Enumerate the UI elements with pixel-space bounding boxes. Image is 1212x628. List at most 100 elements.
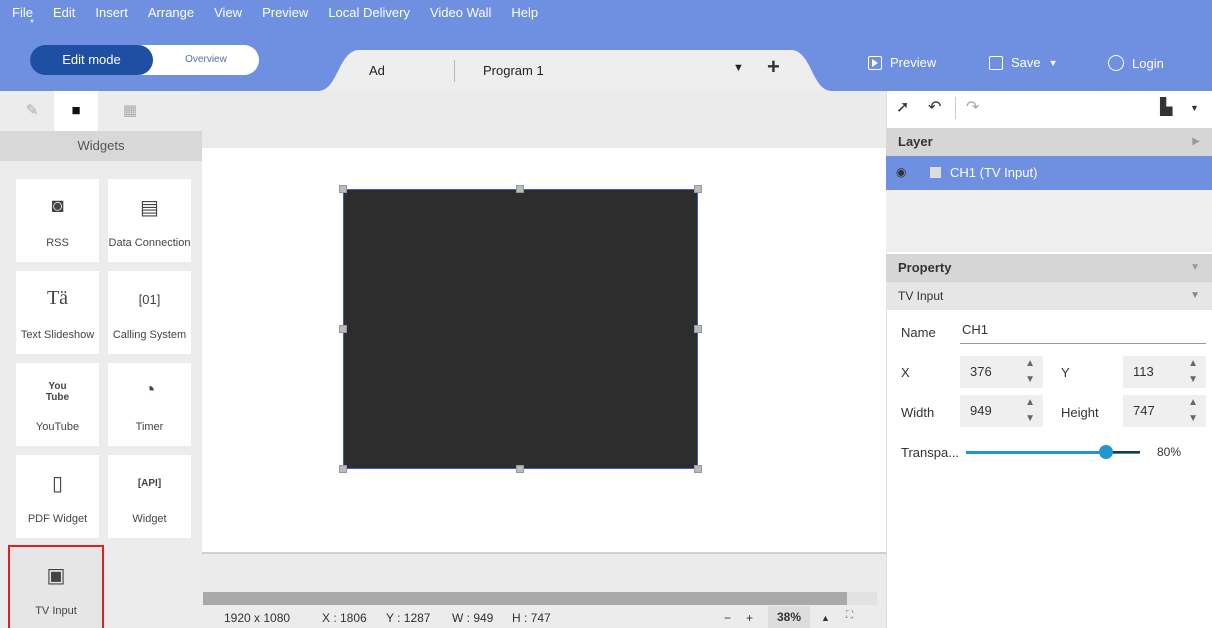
w-readout: W : 949	[452, 611, 494, 625]
horizontal-scrollbar[interactable]	[203, 592, 847, 605]
widget-text-slideshow[interactable]: Tä Text Slideshow	[16, 271, 99, 354]
api-icon: [API]	[137, 478, 162, 489]
chevron-down-icon[interactable]: ▼	[1190, 103, 1199, 113]
widget-label: TV Input	[35, 605, 77, 617]
height-stepper[interactable]: 747 ▲ ▼	[1123, 395, 1206, 427]
widget-data-connection[interactable]: ▤ Data Connection	[108, 179, 191, 262]
decorative-dot: *	[30, 18, 34, 29]
x-readout: X : 1806	[322, 611, 367, 625]
tab-ad[interactable]: Ad	[369, 63, 385, 78]
briefcase-icon[interactable]: ■	[54, 91, 98, 131]
resize-handle[interactable]	[339, 325, 347, 333]
y-readout: Y : 1287	[386, 611, 431, 625]
height-label: Height	[1061, 405, 1099, 420]
resize-handle[interactable]	[339, 465, 347, 473]
transparency-slider-thumb[interactable]	[1099, 445, 1113, 459]
layout-icon[interactable]: ▦	[108, 91, 152, 131]
x-value: 376	[970, 364, 992, 379]
menu-video-wall[interactable]: Video Wall	[420, 0, 501, 26]
calling-system-icon: [01]	[138, 292, 161, 307]
menu-help[interactable]: Help	[501, 0, 548, 26]
widget-label: Calling System	[112, 329, 187, 341]
widget-label: YouTube	[35, 421, 80, 433]
panel-tabs: ✎ ■ ▦	[0, 91, 202, 131]
overview-mode-button[interactable]: Overview	[153, 45, 259, 75]
zoom-level[interactable]: 38%	[768, 606, 810, 628]
stepper-arrows-icon[interactable]: ▲ ▼	[1188, 356, 1198, 388]
edit-mode-button[interactable]: Edit mode	[30, 45, 153, 75]
fullscreen-icon[interactable]: ⛶	[846, 610, 853, 621]
pointer-icon[interactable]: ➚	[896, 97, 909, 117]
chevron-down-icon: ▼	[1190, 290, 1200, 301]
resolution-readout: 1920 x 1080	[224, 611, 291, 625]
preview-button[interactable]: Preview	[868, 55, 936, 70]
width-stepper[interactable]: 949 ▲ ▼	[960, 395, 1043, 427]
chevron-down-icon[interactable]: ▼	[733, 62, 744, 74]
save-label: Save	[1011, 55, 1041, 70]
widget-rss[interactable]: ◙ RSS	[16, 179, 99, 262]
x-stepper[interactable]: 376 ▲ ▼	[960, 356, 1043, 388]
login-button[interactable]: Login	[1108, 55, 1164, 71]
h-readout: H : 747	[512, 611, 551, 625]
add-program-button[interactable]: +	[767, 56, 780, 78]
widget-api[interactable]: [API] Widget	[108, 455, 191, 538]
layer-item-label: CH1 (TV Input)	[950, 165, 1038, 180]
menu-preview[interactable]: Preview	[252, 0, 318, 26]
canvas-divider	[202, 552, 886, 554]
y-stepper[interactable]: 113 ▲ ▼	[1123, 356, 1206, 388]
scrollbar-track	[847, 592, 877, 605]
widget-timer[interactable]: ◔ Timer	[108, 363, 191, 446]
layer-header[interactable]: Layer ▶	[886, 128, 1212, 156]
undo-icon[interactable]: ↶	[928, 97, 941, 117]
widget-label: PDF Widget	[27, 513, 88, 525]
stepper-arrows-icon[interactable]: ▲ ▼	[1025, 356, 1035, 388]
layer-item[interactable]: ◉ CH1 (TV Input)	[886, 156, 1212, 190]
menu-arrange[interactable]: Arrange	[138, 0, 204, 26]
toolbar-divider	[955, 97, 956, 119]
save-button[interactable]: Save ▼	[989, 55, 1058, 70]
menu-edit[interactable]: Edit	[43, 0, 85, 26]
menu-file[interactable]: File	[0, 0, 43, 26]
youtube-icon: You Tube	[45, 381, 70, 403]
redo-icon[interactable]: ↷	[966, 97, 979, 117]
menu-view[interactable]: View	[204, 0, 252, 26]
property-title: Property	[898, 260, 952, 275]
resize-handle[interactable]	[516, 185, 524, 193]
chevron-right-icon: ▶	[1192, 136, 1200, 147]
transparency-label: Transpa...	[901, 445, 960, 460]
menu-bar: File Edit Insert Arrange View Preview Lo…	[0, 0, 548, 26]
resize-handle[interactable]	[694, 465, 702, 473]
data-connection-icon: ▤	[140, 197, 159, 219]
property-type-header[interactable]: TV Input ▼	[886, 282, 1212, 310]
tv-input-icon: ▣	[46, 565, 66, 587]
name-input[interactable]: CH1	[960, 318, 1206, 344]
y-value: 113	[1133, 364, 1154, 379]
chevron-down-icon: ▼	[1190, 262, 1200, 273]
tab-program[interactable]: Program 1	[483, 63, 544, 78]
resize-handle[interactable]	[694, 185, 702, 193]
mode-toggle[interactable]: Edit mode Overview	[30, 45, 259, 75]
resize-handle[interactable]	[339, 185, 347, 193]
tab-divider	[454, 60, 455, 82]
zoom-out-button[interactable]: −	[724, 611, 731, 625]
resize-handle[interactable]	[694, 325, 702, 333]
widget-youtube[interactable]: You Tube YouTube	[16, 363, 99, 446]
transparency-value: 80%	[1157, 445, 1182, 459]
preview-label: Preview	[890, 55, 937, 70]
eye-icon[interactable]: ◉	[896, 165, 906, 179]
property-header[interactable]: Property ▼	[886, 254, 1212, 282]
tv-input-icon	[930, 167, 941, 178]
menu-insert[interactable]: Insert	[85, 0, 138, 26]
resize-handle[interactable]	[516, 465, 524, 473]
zoom-in-button[interactable]: +	[746, 611, 753, 625]
pencil-icon[interactable]: ✎	[10, 91, 54, 131]
widget-pdf[interactable]: ▯ PDF Widget	[16, 455, 99, 538]
chevron-up-icon[interactable]: ▲	[821, 613, 830, 623]
menu-local-delivery[interactable]: Local Delivery	[318, 0, 420, 26]
tv-input-element[interactable]	[343, 189, 698, 469]
widget-tv-input[interactable]: ▣ TV Input	[8, 545, 104, 628]
align-icon[interactable]: ▙	[1160, 97, 1172, 117]
stepper-arrows-icon[interactable]: ▲ ▼	[1025, 395, 1035, 427]
widget-calling-system[interactable]: [01] Calling System	[108, 271, 191, 354]
stepper-arrows-icon[interactable]: ▲ ▼	[1188, 395, 1198, 427]
